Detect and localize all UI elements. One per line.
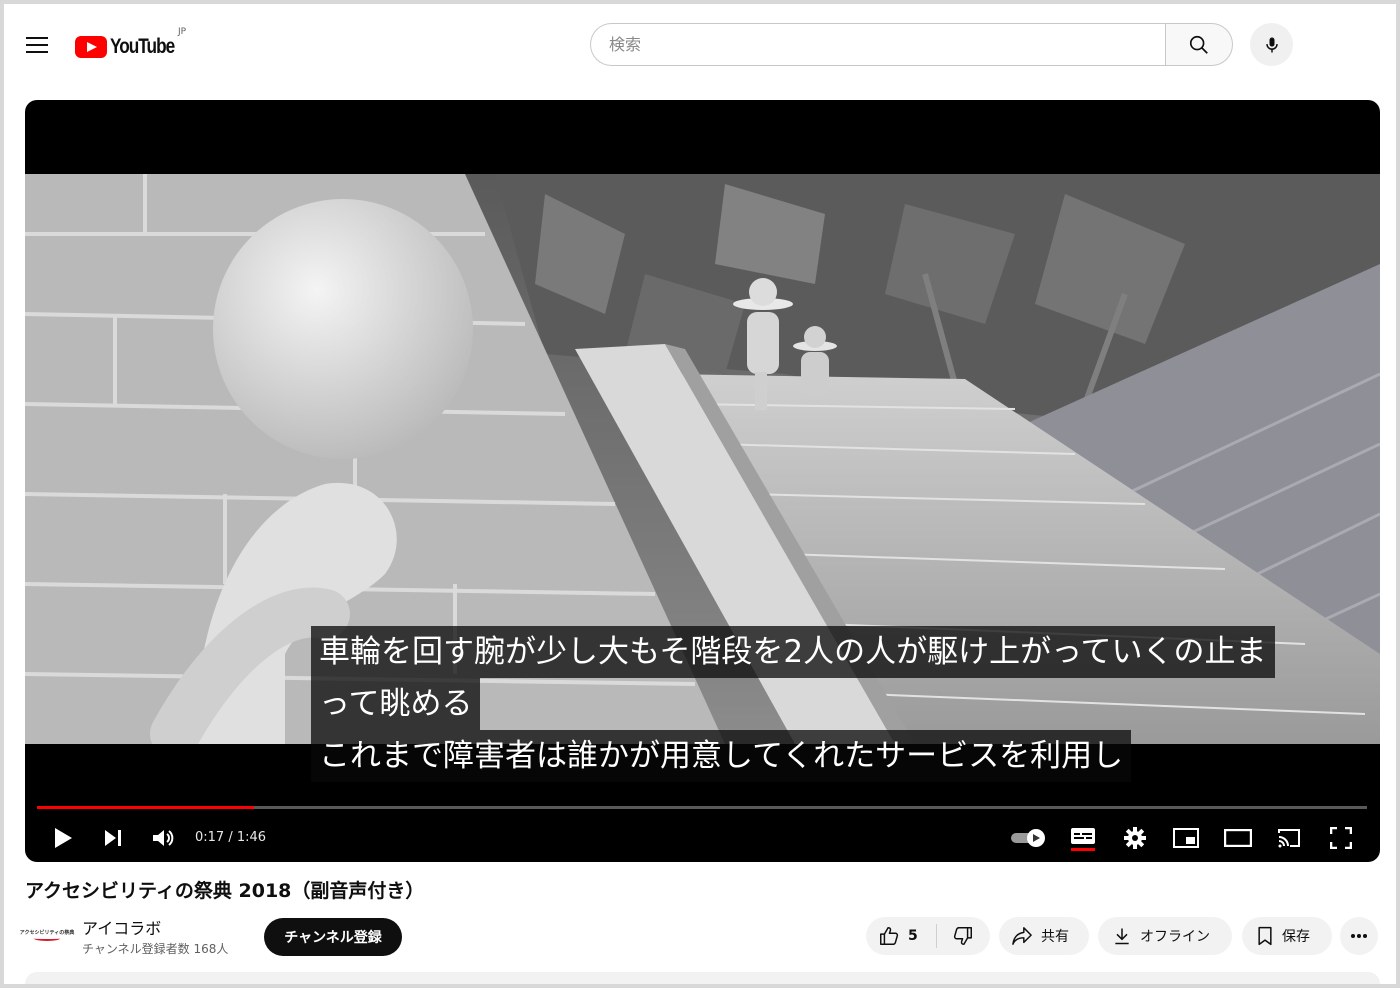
caption-line: って眺める xyxy=(311,678,481,730)
channel-name[interactable]: アイコラボ xyxy=(82,915,161,939)
settings-gear-icon xyxy=(1124,827,1146,849)
player-controls: 0:17 / 1:46 xyxy=(25,816,1380,862)
miniplayer-button[interactable] xyxy=(1168,822,1204,854)
search-input[interactable] xyxy=(590,23,1166,66)
play-icon xyxy=(55,828,72,848)
search-button[interactable] xyxy=(1165,23,1233,66)
fullscreen-icon xyxy=(1330,827,1352,849)
offline-label: オフライン xyxy=(1140,929,1210,945)
page: YouTube JP 検索 車輪を回す腕が少し大もそ階段を2人の人が駆け上がって… xyxy=(4,4,1396,984)
subscribe-button[interactable]: チャンネル登録 xyxy=(264,918,402,956)
like-button[interactable]: 5 xyxy=(866,917,936,955)
logo-text: YouTube xyxy=(110,35,175,58)
offline-download-button[interactable]: オフライン xyxy=(1098,917,1232,955)
volume-icon xyxy=(153,830,174,846)
caption-line: これまで障害者は誰かが用意してくれたサービスを利用し xyxy=(311,730,1132,782)
youtube-logo-icon xyxy=(75,36,107,58)
subscriber-count: チャンネル登録者数 168人 xyxy=(82,942,229,956)
progress-bar[interactable] xyxy=(37,806,1367,809)
progress-fill xyxy=(37,806,254,809)
more-actions-button[interactable] xyxy=(1340,917,1378,955)
share-label: 共有 xyxy=(1041,929,1069,945)
like-dislike-group: 5 xyxy=(866,917,990,955)
next-icon xyxy=(105,830,121,846)
cast-button[interactable] xyxy=(1271,822,1307,854)
description-panel-edge xyxy=(25,972,1380,984)
caption-overlay: 車輪を回す腕が少し大もそ階段を2人の人が駆け上がっていくの止ま って眺める これ… xyxy=(311,626,1275,782)
fullscreen-button[interactable] xyxy=(1323,822,1359,854)
region-label: JP xyxy=(178,27,187,37)
thumbs-down-icon xyxy=(953,927,972,945)
dislike-button[interactable] xyxy=(937,917,989,955)
miniplayer-icon xyxy=(1173,828,1199,848)
channel-avatar[interactable]: アクセシビリティの祭典 xyxy=(20,923,74,947)
voice-search-button[interactable] xyxy=(1250,23,1293,66)
caption-line: 車輪を回す腕が少し大もそ階段を2人の人が駆け上がっていくの止ま xyxy=(311,626,1275,678)
settings-button[interactable] xyxy=(1117,822,1153,854)
search-icon xyxy=(1189,35,1208,54)
subtitles-icon xyxy=(1071,828,1095,851)
download-icon xyxy=(1115,928,1129,945)
share-button[interactable]: 共有 xyxy=(999,917,1089,955)
play-button[interactable] xyxy=(45,822,81,854)
cast-icon xyxy=(1278,829,1300,848)
channel-logo-text: アクセシビリティの祭典 xyxy=(19,930,75,936)
subtitles-button[interactable] xyxy=(1065,822,1101,854)
theater-mode-icon xyxy=(1224,829,1252,847)
volume-button[interactable] xyxy=(145,822,181,854)
video-title: アクセシビリティの祭典 2018（副音声付き） xyxy=(25,880,425,902)
save-button[interactable]: 保存 xyxy=(1242,917,1332,955)
thumbs-up-icon xyxy=(880,927,899,945)
save-label: 保存 xyxy=(1282,929,1310,945)
youtube-logo[interactable]: YouTube xyxy=(75,32,188,62)
mic-icon xyxy=(1265,37,1278,52)
theater-mode-button[interactable] xyxy=(1220,822,1256,854)
autoplay-toggle-icon xyxy=(1011,829,1045,847)
bookmark-icon xyxy=(1258,926,1272,946)
like-count: 5 xyxy=(908,928,918,944)
channel-logo-swoosh xyxy=(34,936,60,941)
video-player[interactable]: 車輪を回す腕が少し大もそ階段を2人の人が駆け上がっていくの止ま って眺める これ… xyxy=(25,100,1380,862)
autoplay-toggle[interactable] xyxy=(1009,822,1049,854)
next-button[interactable] xyxy=(95,822,131,854)
time-display: 0:17 / 1:46 xyxy=(195,830,267,845)
share-icon xyxy=(1012,927,1032,945)
menu-icon[interactable] xyxy=(26,37,48,55)
more-icon xyxy=(1351,934,1367,938)
